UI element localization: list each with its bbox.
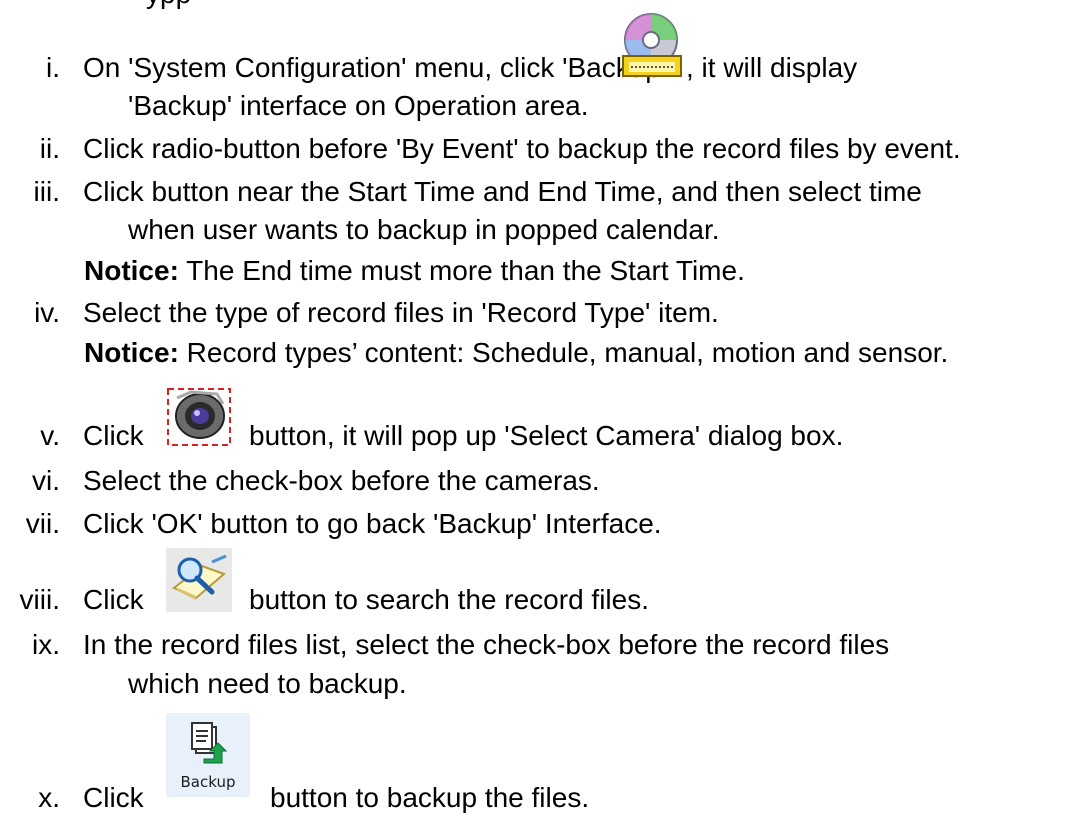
step-number: i. — [46, 52, 60, 83]
step-text: which need to backup. — [128, 668, 407, 699]
search-icon — [166, 548, 232, 621]
step-text: Select the type of record files in 'Reco… — [83, 297, 719, 328]
step-number: ii. — [39, 133, 60, 164]
step-text-continued: , it will display — [686, 52, 858, 83]
step-text-continued: button to backup the files. — [270, 782, 590, 813]
step-text: Click 'OK' button to go back 'Backup' In… — [83, 508, 662, 539]
notice-label: Notice: — [84, 255, 179, 286]
step-text: 'Backup' interface on Operation area. — [128, 90, 589, 121]
step-text: In the record files list, select the che… — [83, 629, 890, 660]
step-text: when user wants to backup in popped cale… — [128, 214, 720, 245]
step-text-continued: button to search the record files. — [249, 584, 649, 615]
step-text: Click radio-button before 'By Event' to … — [83, 133, 961, 164]
notice-text: Record types’ content: Schedule, manual,… — [178, 337, 949, 368]
step-number: iii. — [33, 176, 60, 207]
backup-disc-icon — [621, 12, 685, 87]
notice-label: Notice: — [84, 337, 179, 368]
step-number: x. — [38, 782, 60, 813]
step-text: Click — [83, 584, 144, 615]
step-text: Select the check-box before the cameras. — [83, 465, 600, 496]
step-text: On 'System Configuration' menu, click 'B… — [83, 52, 667, 83]
step-number: v. — [40, 420, 60, 451]
step-text: Click button near the Start Time and End… — [83, 176, 922, 207]
step-number: iv. — [34, 297, 60, 328]
camera-icon — [167, 388, 231, 455]
step-text: Click — [83, 782, 144, 813]
cut-off-text: ypp — [146, 0, 191, 10]
step-number: ix. — [32, 629, 60, 660]
step-text-continued: button, it will pop up 'Select Camera' d… — [249, 420, 844, 451]
step-number: viii. — [19, 584, 60, 615]
backup-icon-label: Backup — [180, 773, 236, 791]
backup-button-icon: Backup — [166, 713, 250, 797]
step-text: Click — [83, 420, 144, 451]
step-number: vi. — [32, 465, 60, 496]
notice-text: The End time must more than the Start Ti… — [178, 255, 745, 286]
step-number: vii. — [25, 508, 60, 539]
